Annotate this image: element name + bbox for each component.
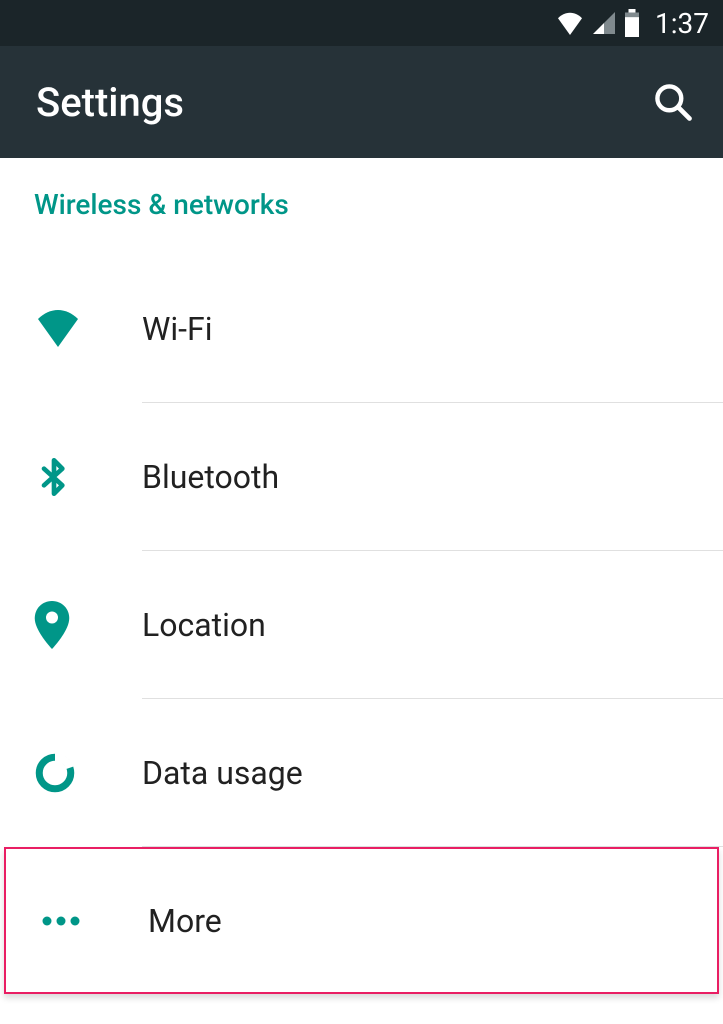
list-item-wifi[interactable]: Wi-Fi [0, 255, 723, 402]
list-item-label: Data usage [142, 754, 303, 792]
cellular-signal-icon [591, 11, 617, 35]
list-item-bluetooth[interactable]: Bluetooth [0, 403, 723, 550]
list-item-location[interactable]: Location [0, 551, 723, 698]
wifi-icon [34, 309, 142, 349]
data-usage-icon [34, 752, 142, 794]
list-item-label: More [148, 902, 222, 940]
list-item-label: Wi-Fi [142, 310, 212, 348]
wifi-status-icon [555, 11, 585, 35]
section-header: Wireless & networks [0, 158, 723, 235]
status-bar: 1:37 [0, 0, 723, 46]
location-icon [34, 601, 142, 649]
battery-icon [623, 9, 641, 37]
list-item-label: Bluetooth [142, 458, 279, 496]
search-icon[interactable] [651, 80, 695, 124]
list-item-data-usage[interactable]: Data usage [0, 699, 723, 846]
list-item-more[interactable]: More [4, 847, 719, 994]
status-time: 1:37 [655, 7, 709, 40]
list-item-label: Location [142, 606, 266, 644]
settings-list: Wi-Fi Bluetooth Location Data usage [0, 235, 723, 994]
more-icon [40, 915, 148, 927]
page-title: Settings [36, 79, 184, 126]
bluetooth-icon [34, 453, 142, 501]
app-bar: Settings [0, 46, 723, 158]
